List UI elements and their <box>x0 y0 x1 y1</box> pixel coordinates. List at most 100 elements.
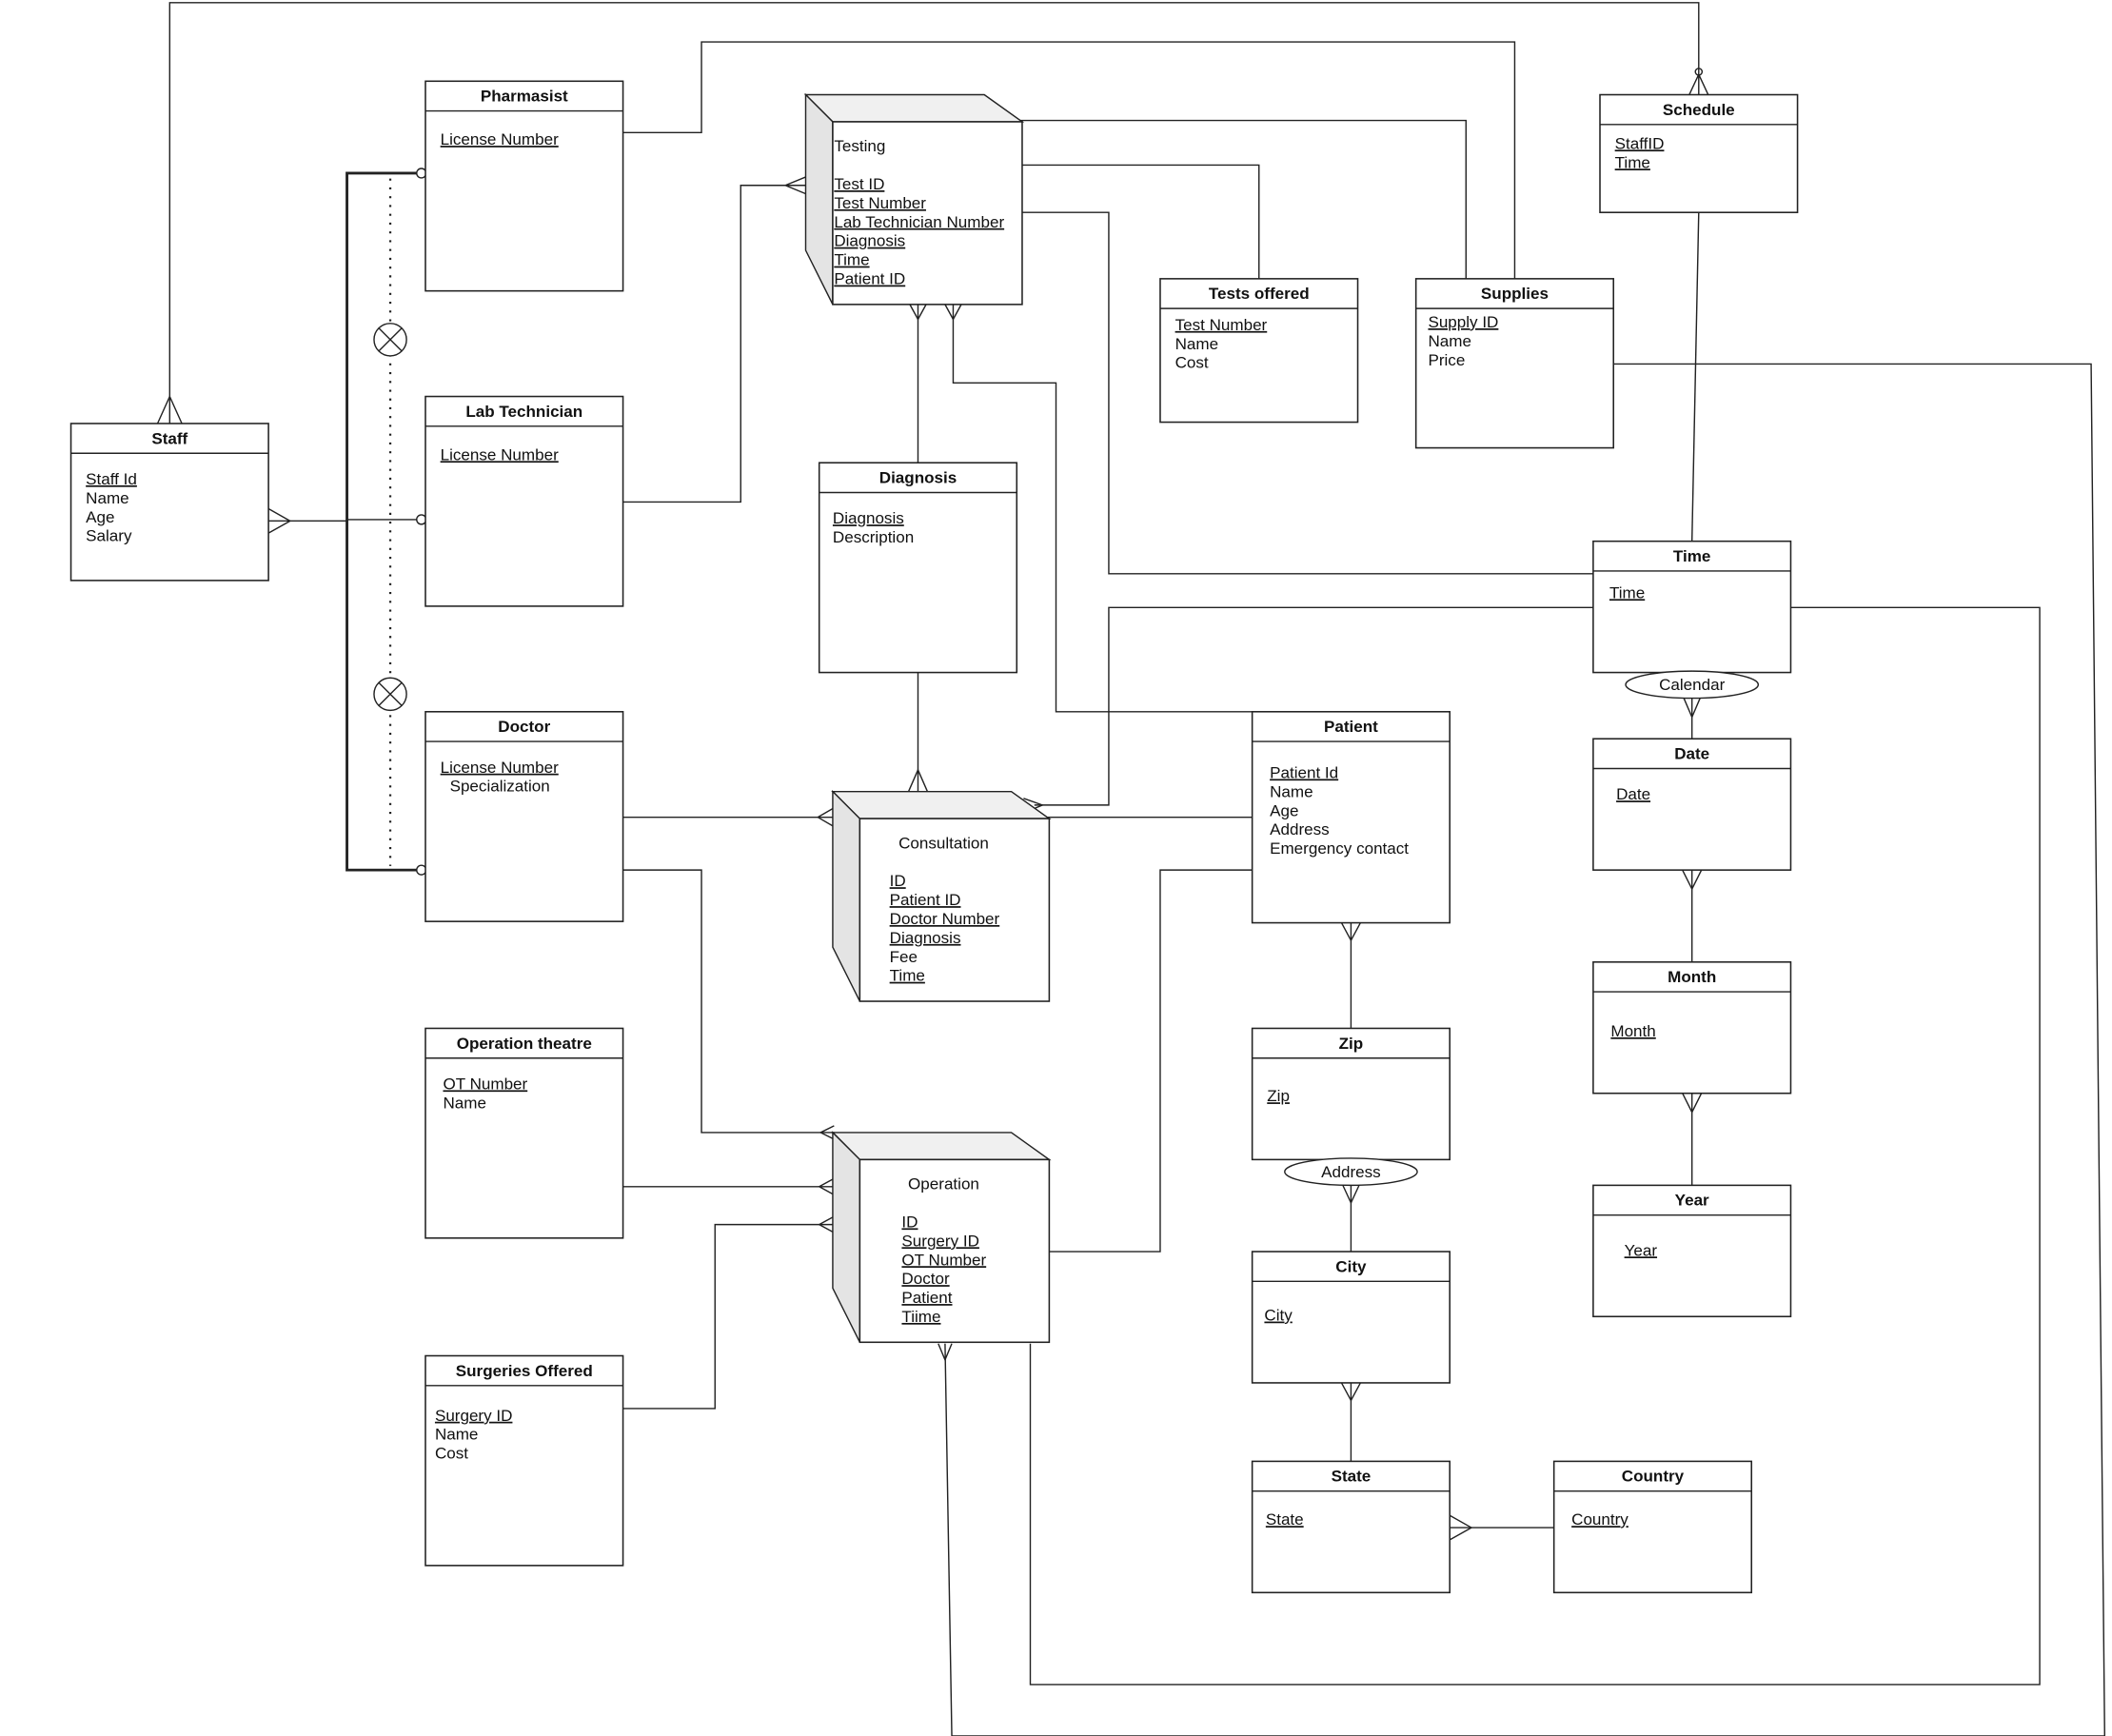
relationship-label: Address <box>1321 1163 1381 1181</box>
entity-title: Pharmasist <box>481 88 568 106</box>
attribute: Age <box>1270 801 1298 819</box>
entity-state[interactable]: State State <box>1251 1460 1451 1594</box>
relationship-calendar[interactable]: Calendar <box>1625 670 1760 700</box>
entity-surgeries-offered[interactable]: Surgeries Offered Surgery IDNameCost <box>424 1354 624 1567</box>
key-attribute: ID <box>890 872 906 890</box>
entity-diagnosis[interactable]: DiagnosisDiagnosisDescription <box>818 462 1018 674</box>
entity-title: Month <box>1668 968 1716 986</box>
optional-circle-icon <box>416 168 427 179</box>
key-attribute: Lab Technician Number <box>834 213 1004 231</box>
associative-entities-layer: Testing Test IDTest NumberLab Technician … <box>803 92 1052 1344</box>
entity-staff[interactable]: Staff Staff IdNameAgeSalary <box>69 423 269 582</box>
key-attribute: License Number <box>441 445 559 464</box>
connector-schedule-time <box>1690 212 1700 542</box>
entity-month[interactable]: Month Month <box>1592 961 1792 1095</box>
attribute: Description <box>833 528 914 546</box>
er-diagram-canvas: StaffStaff IdNameAgeSalaryPharmasistLice… <box>69 2 2106 1736</box>
entity-title: Tests offered <box>1209 285 1310 303</box>
key-attribute: Tiime <box>901 1308 940 1326</box>
key-attribute: Test ID <box>834 175 884 193</box>
relationship-label: Calendar <box>1659 676 1726 694</box>
connector-surgeries-operation <box>622 1223 835 1410</box>
key-attribute: Diagnosis <box>833 509 904 527</box>
cube-top-face <box>831 790 1052 819</box>
attribute: Price <box>1428 351 1465 369</box>
entity-pharmasist[interactable]: Pharmasist License Number <box>424 80 624 292</box>
connector-labtech-testing <box>622 185 806 503</box>
entity-supplies[interactable]: Supplies Supply IDNamePrice <box>1414 278 1615 449</box>
entity-title: State <box>1332 1468 1372 1486</box>
key-attribute: Patient Id <box>1270 763 1338 781</box>
associative-entity-title: Testing <box>834 137 885 155</box>
connector-patient-operation <box>1034 869 1253 1253</box>
key-attribute: Diagnosis <box>890 929 961 947</box>
cube-top-face <box>803 93 1025 123</box>
key-attribute: Surgery ID <box>435 1407 512 1425</box>
entity-doctor[interactable]: Doctor License NumberSpecialization <box>424 711 624 922</box>
entity-box <box>818 462 1018 674</box>
key-attribute: Month <box>1610 1022 1655 1040</box>
connector-doctor-operation <box>622 869 835 1134</box>
attribute: Name <box>435 1426 478 1444</box>
key-attribute: Supply ID <box>1428 313 1498 331</box>
key-attribute: State <box>1266 1510 1304 1529</box>
entity-tests-offered[interactable]: Tests offered Test NumberNameCost <box>1159 278 1359 424</box>
entity-city[interactable]: City City <box>1251 1251 1451 1384</box>
entity-country[interactable]: Country Country <box>1552 1460 1753 1594</box>
entity-title: Date <box>1674 745 1709 763</box>
attribute: Name <box>443 1094 485 1112</box>
key-attribute: ID <box>901 1213 918 1231</box>
entity-schedule[interactable]: Schedule StaffIDTime <box>1599 93 1799 213</box>
entity-zip[interactable]: Zip Zip <box>1251 1027 1451 1161</box>
entity-operation-theatre[interactable]: Operation theatre OT NumberName <box>424 1027 624 1239</box>
connector-supplies-operation <box>944 363 2106 1736</box>
optional-circle-icon <box>416 864 427 876</box>
key-attribute: Zip <box>1267 1087 1290 1105</box>
entity-box <box>424 395 624 607</box>
connector-pharmasist-supplies <box>622 41 1516 279</box>
associative-entity-consultation[interactable]: Consultation IDPatient IDDoctor NumberDia… <box>831 789 1052 1002</box>
entity-title: Operation theatre <box>457 1035 592 1053</box>
attribute: Specialization <box>450 778 550 796</box>
key-attribute: Time <box>890 967 925 985</box>
entity-title: Supplies <box>1481 285 1549 303</box>
entity-title: Patient <box>1324 718 1378 736</box>
cube-side-face <box>832 789 861 1002</box>
entity-title: Schedule <box>1663 101 1735 119</box>
associative-entity-testing[interactable]: Testing Test IDTest NumberLab Technician … <box>803 92 1025 306</box>
connector-testing-testsoffered <box>1013 164 1260 279</box>
entity-date[interactable]: Date Date <box>1592 738 1792 871</box>
key-attribute: Test Number <box>834 194 926 212</box>
attribute: Address <box>1270 820 1330 838</box>
key-attribute: Doctor Number <box>890 910 1000 928</box>
entity-title: Time <box>1673 547 1710 565</box>
key-attribute: Time <box>1615 153 1650 171</box>
specialization-bracket <box>345 171 418 872</box>
connector-time-operation <box>1029 606 2041 1686</box>
attribute: Name <box>86 489 128 507</box>
relationship-address[interactable]: Address <box>1284 1157 1418 1187</box>
entity-title: Lab Technician <box>465 403 582 421</box>
entity-title: Staff <box>151 429 188 447</box>
entity-lab-technician[interactable]: Lab Technician License Number <box>424 395 624 607</box>
attribute: Name <box>1175 335 1218 353</box>
key-attribute: OT Number <box>901 1251 986 1269</box>
entity-title: Country <box>1622 1468 1685 1486</box>
cube-top-face <box>831 1132 1052 1161</box>
key-attribute: Test Number <box>1175 316 1268 334</box>
attribute: Name <box>1428 332 1471 350</box>
associative-entity-operation[interactable]: Operation IDSurgery IDOT NumberDoctorPati… <box>831 1131 1052 1344</box>
key-attribute: Surgery ID <box>901 1232 978 1250</box>
entity-year[interactable]: Year Year <box>1592 1184 1792 1318</box>
entity-title: Zip <box>1339 1035 1364 1053</box>
optional-circle-icon <box>416 514 427 525</box>
key-attribute: License Number <box>441 759 559 777</box>
key-attribute: Time <box>1609 583 1645 602</box>
associative-entity-title: Operation <box>908 1175 979 1194</box>
key-attribute: Date <box>1616 785 1650 803</box>
entity-patient[interactable]: Patient Patient IdNameAgeAddressEmergency… <box>1251 711 1451 924</box>
disjoint-symbol-icon <box>373 677 407 712</box>
attribute: Age <box>86 508 114 526</box>
key-attribute: City <box>1264 1307 1293 1325</box>
entity-time[interactable]: Time Time <box>1592 540 1792 674</box>
